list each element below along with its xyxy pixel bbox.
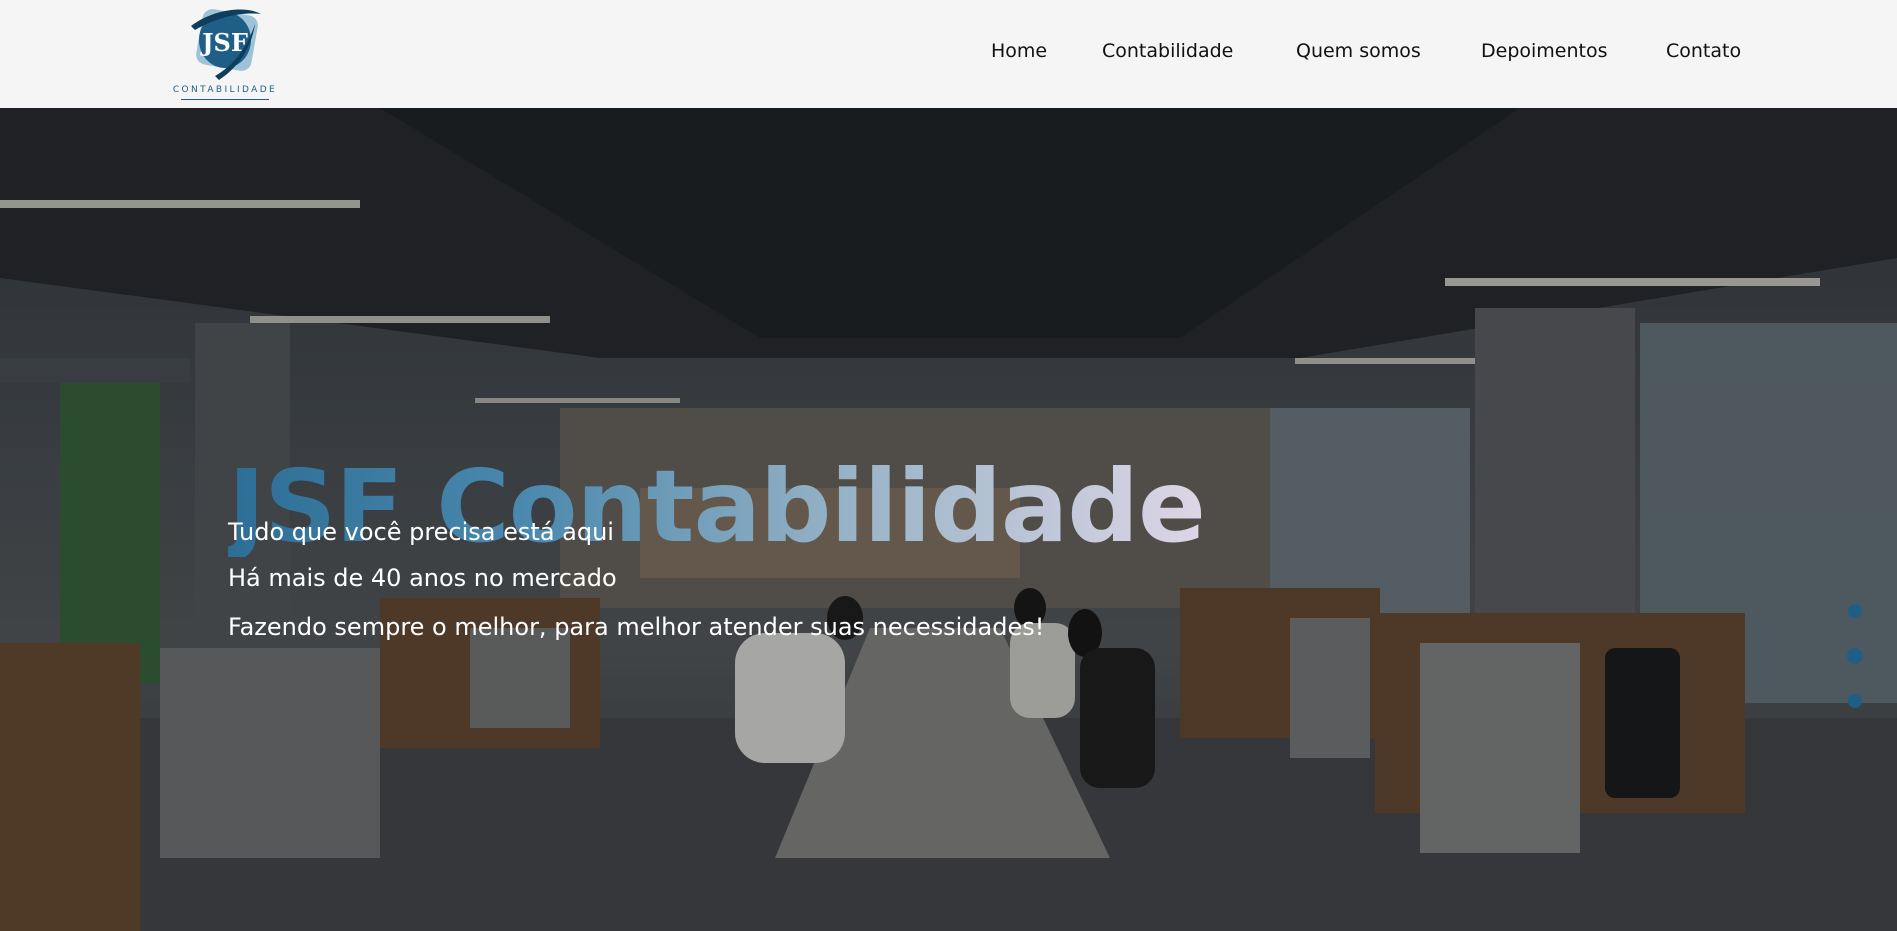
hero-tagline-1: Tudo que você precisa está aqui <box>228 518 614 546</box>
nav-home-link[interactable]: Home <box>991 40 1047 62</box>
nav-quem-somos-link[interactable]: Quem somos <box>1296 40 1421 62</box>
nav-contato-link[interactable]: Contato <box>1666 40 1741 62</box>
carousel-dot-2[interactable] <box>1847 648 1863 664</box>
carousel-dot-1[interactable] <box>1848 604 1862 618</box>
hero-banner: JSF Contabilidade Tudo que você precisa … <box>0 108 1897 931</box>
hero-tagline-2: Há mais de 40 anos no mercado <box>228 564 617 592</box>
carousel-indicators <box>1846 600 1866 708</box>
main-nav: Home Contabilidade Quem somos Depoimento… <box>0 0 1897 108</box>
site-header: JSF CONTABILIDADE Home Contabilidade Que… <box>0 0 1897 108</box>
nav-contabilidade-link[interactable]: Contabilidade <box>1102 40 1233 62</box>
nav-depoimentos-link[interactable]: Depoimentos <box>1481 40 1608 62</box>
hero-tagline-3: Fazendo sempre o melhor, para melhor ate… <box>228 613 1045 641</box>
carousel-dot-3[interactable] <box>1848 694 1862 708</box>
